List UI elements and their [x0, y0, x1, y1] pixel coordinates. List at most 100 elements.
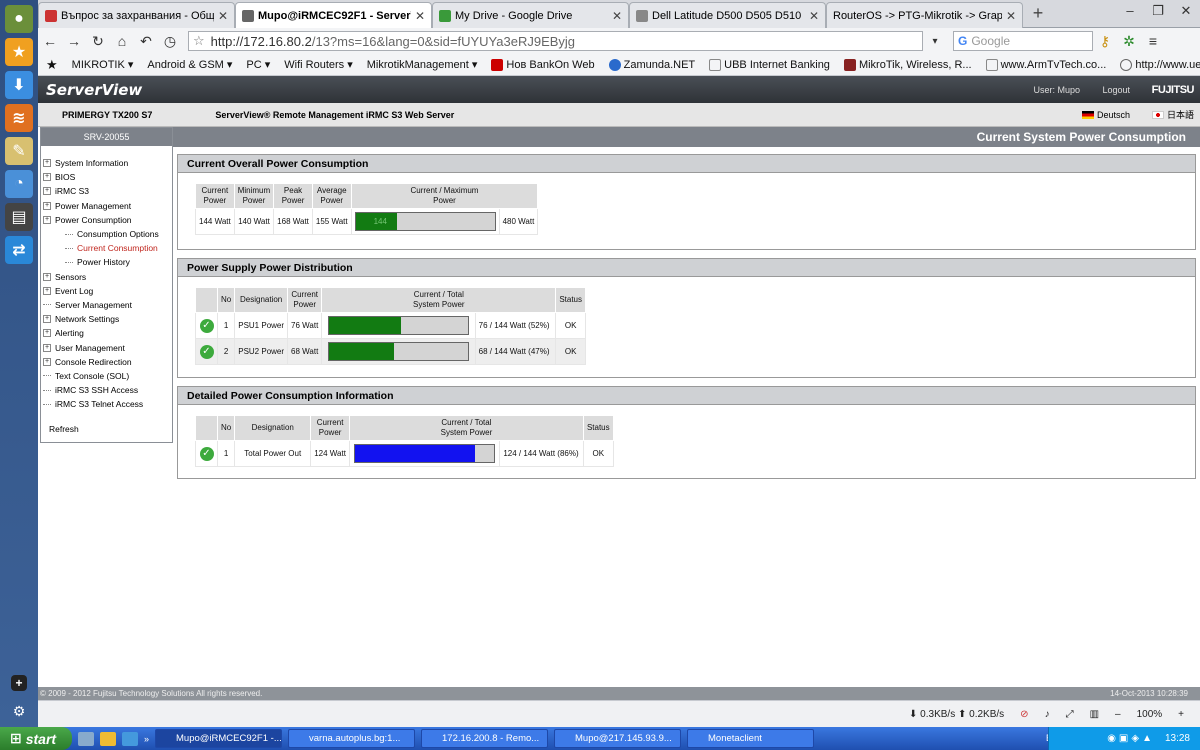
- history-icon[interactable]: ◷: [158, 33, 182, 50]
- bookmark-star-icon[interactable]: ☆: [193, 33, 205, 49]
- nav-item-event-log[interactable]: + Event Log: [43, 284, 172, 298]
- detail-power: 124 Watt: [310, 440, 350, 467]
- detail-bar-cell: [348, 440, 501, 467]
- task-serverview[interactable]: Mupo@iRMCEC92F1 -...: [155, 729, 283, 748]
- server-name: SRV-20055: [41, 128, 172, 146]
- task-remote[interactable]: 172.16.200.8 - Remo...: [421, 729, 549, 748]
- nav-item-alerting[interactable]: + Alerting: [43, 326, 172, 340]
- navigation-tree: SRV-20055 + System Information + BIOS + iRMC …: [40, 127, 173, 443]
- nav-item-text-console-sol-[interactable]: Text Console (SOL): [43, 369, 172, 383]
- volume-icon[interactable]: ♪: [1045, 709, 1050, 720]
- app-icon-avatar[interactable]: ●: [5, 5, 33, 33]
- search-input[interactable]: G Google: [953, 31, 1093, 51]
- settings-icon[interactable]: ⚙: [11, 703, 27, 719]
- forward-icon[interactable]: →: [62, 33, 86, 49]
- nav-item-power-management[interactable]: + Power Management: [43, 199, 172, 213]
- notepad-icon[interactable]: ✎: [5, 137, 33, 165]
- more-icon[interactable]: »: [144, 734, 149, 744]
- nav-item-bios[interactable]: + BIOS: [43, 170, 172, 184]
- nav-item-consumption-options[interactable]: Consumption Options: [43, 227, 172, 241]
- bookmark-uevar[interactable]: http://www.ue-var...: [1120, 58, 1200, 71]
- dropdown-icon[interactable]: ▾: [923, 36, 947, 47]
- bookmark-mikrotik-mgmt[interactable]: MikrotikManagement ▾: [367, 58, 478, 71]
- terminal-icon[interactable]: ▤: [5, 203, 33, 231]
- star-icon[interactable]: ★: [5, 38, 33, 66]
- zoom-in-icon[interactable]: +: [1178, 709, 1184, 720]
- url-bar[interactable]: ☆ http://172.16.80.2/13?ms=16&lang=0&sid…: [188, 31, 923, 51]
- start-button[interactable]: ⊞ start: [0, 727, 72, 750]
- reload-icon[interactable]: ↻: [86, 33, 110, 50]
- nav-item-system-information[interactable]: + System Information: [43, 156, 172, 170]
- bookmark-armtv[interactable]: www.ArmTvTech.co...: [985, 58, 1106, 71]
- new-tab-button[interactable]: +: [1023, 0, 1053, 27]
- close-window-icon[interactable]: ✕: [1172, 0, 1200, 22]
- bookmark-android[interactable]: Android & GSM ▾: [147, 58, 232, 71]
- nav-item-console-redirection[interactable]: + Console Redirection: [43, 355, 172, 369]
- close-icon[interactable]: ✕: [415, 9, 425, 23]
- rss-icon[interactable]: ≋: [5, 104, 33, 132]
- bookmarks-star-icon[interactable]: ★: [46, 57, 58, 73]
- menu-icon[interactable]: ≡: [1141, 33, 1165, 49]
- task-varna[interactable]: varna.autoplus.bg:1...: [288, 729, 416, 748]
- mouse-icon[interactable]: ◔: [5, 170, 33, 198]
- zoom-out-icon[interactable]: –: [1115, 709, 1121, 720]
- tab-2[interactable]: Mupo@iRMCEC92F1 - ServerVi...✕: [235, 2, 432, 28]
- bookmark-wifi[interactable]: Wifi Routers ▾: [284, 58, 352, 71]
- key-icon[interactable]: ⚷: [1093, 33, 1117, 50]
- download-icon[interactable]: ⬇: [5, 71, 33, 99]
- split-icon[interactable]: ▥: [1090, 709, 1099, 720]
- bookmark-zamunda[interactable]: Zamunda.NET: [608, 58, 695, 71]
- psu2-power-bar: [327, 342, 469, 361]
- quicklaunch-ie-icon[interactable]: [78, 731, 94, 746]
- tray-icons[interactable]: ◉▣◈▲: [1107, 733, 1155, 744]
- nav-item-label: Text Console (SOL): [55, 370, 130, 381]
- nav-item-label: Event Log: [55, 285, 94, 296]
- block-icon[interactable]: ⊘: [1020, 709, 1028, 720]
- nav-item-irmc-s3-ssh-access[interactable]: iRMC S3 SSH Access: [43, 383, 172, 397]
- close-icon[interactable]: ✕: [218, 9, 228, 23]
- nav-item-current-consumption[interactable]: Current Consumption: [43, 241, 172, 255]
- home-icon[interactable]: ⌂: [110, 33, 134, 49]
- tab-3[interactable]: My Drive - Google Drive ✕: [432, 2, 629, 28]
- logout-link[interactable]: Logout: [1102, 85, 1130, 95]
- back-icon[interactable]: ←: [38, 33, 62, 49]
- task-mupo[interactable]: Mupo@217.145.93.9...: [554, 729, 682, 748]
- bookmark-mikrotik-wireless[interactable]: MikroTik, Wireless, R...: [843, 58, 972, 71]
- nav-item-network-settings[interactable]: + Network Settings: [43, 312, 172, 326]
- minimize-icon[interactable]: –: [1116, 0, 1144, 22]
- nav-item-power-history[interactable]: Power History: [43, 255, 172, 269]
- restore-icon[interactable]: ❐: [1144, 0, 1172, 22]
- teamviewer-icon[interactable]: ⇄: [5, 236, 33, 264]
- nav-item-server-management[interactable]: Server Management: [43, 298, 172, 312]
- nav-item-irmc-s3-telnet-access[interactable]: iRMC S3 Telnet Access: [43, 397, 172, 411]
- bookmark-pc[interactable]: PC ▾: [246, 58, 270, 71]
- lang-japanese[interactable]: 日本語: [1151, 108, 1194, 121]
- nav-item-irmc-s3[interactable]: + iRMC S3: [43, 184, 172, 198]
- task-moneta[interactable]: Monetaclient: [687, 729, 815, 748]
- quicklaunch-desktop-icon[interactable]: [122, 731, 138, 746]
- addon-icon[interactable]: ✲: [1117, 33, 1141, 50]
- quicklaunch-app-icon[interactable]: [100, 731, 116, 746]
- nav-item-sensors[interactable]: + Sensors: [43, 270, 172, 284]
- tree-line-icon: [65, 233, 73, 235]
- serverview-favicon-icon: [242, 9, 254, 22]
- close-icon[interactable]: ✕: [1006, 9, 1016, 23]
- nav-item-power-consumption[interactable]: + Power Consumption: [43, 213, 172, 227]
- bookmark-bankon[interactable]: Нов BankOn Web: [491, 58, 595, 71]
- fullscreen-icon[interactable]: ⤢: [1066, 709, 1074, 720]
- close-icon[interactable]: ✕: [612, 9, 622, 23]
- nav-item-user-management[interactable]: + User Management: [43, 340, 172, 354]
- col-current-power: Current Power: [310, 415, 350, 441]
- add-icon[interactable]: +: [11, 675, 27, 691]
- nav-item-label: Alerting: [55, 328, 84, 339]
- refresh-link[interactable]: Refresh: [49, 424, 79, 434]
- undo-icon[interactable]: ↶: [134, 33, 158, 50]
- tab-4[interactable]: Dell Latitude D500 D505 D510 D6...✕: [629, 2, 826, 28]
- bookmark-ubb[interactable]: UBB Internet Banking: [709, 58, 830, 71]
- tab-5[interactable]: RouterOS -> PTG-Mikrotik -> Grap... ✕: [826, 2, 1023, 28]
- bookmark-mikrotik[interactable]: MIKROTIK ▾: [72, 58, 134, 71]
- zoom-level[interactable]: 100%: [1137, 709, 1163, 720]
- tab-1[interactable]: Въпрос за захранвания - Общи... ✕: [38, 2, 235, 28]
- lang-deutsch[interactable]: Deutsch: [1081, 110, 1130, 120]
- close-icon[interactable]: ✕: [809, 9, 819, 23]
